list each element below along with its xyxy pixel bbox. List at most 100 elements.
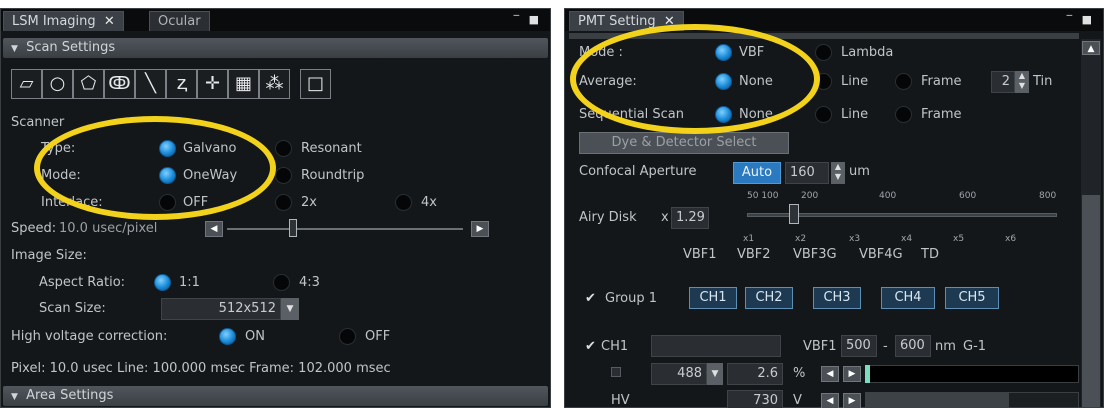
scrollbar-thumb[interactable] bbox=[1082, 195, 1100, 407]
average-frame-label: Frame bbox=[921, 74, 962, 89]
confocal-aperture-stepper[interactable]: ▲ ▼ bbox=[831, 162, 845, 184]
collapse-icon: ▼ bbox=[11, 392, 18, 402]
ch1-name-field[interactable] bbox=[651, 335, 781, 357]
hv-value-field[interactable]: 730 bbox=[727, 390, 783, 408]
close-icon[interactable]: ✕ bbox=[104, 14, 115, 29]
laser-wavelength-select[interactable]: 488 bbox=[651, 363, 707, 385]
detector-vbf3g: VBF3G bbox=[793, 247, 837, 262]
point-tool-icon[interactable]: ✛ bbox=[197, 69, 228, 99]
mode-label: Mode: bbox=[41, 168, 81, 183]
scan-size-label: Scan Size: bbox=[39, 301, 106, 316]
tab-ocular[interactable]: Ocular bbox=[149, 11, 210, 31]
auto-aperture-button[interactable]: Auto bbox=[733, 162, 781, 184]
hv-label: HV bbox=[611, 393, 630, 408]
tab-pmt-setting[interactable]: PMT Setting ✕ bbox=[569, 11, 684, 31]
hv-decrease-icon[interactable]: ◀ bbox=[821, 393, 839, 408]
speed-decrease-icon[interactable]: ◀ bbox=[205, 221, 223, 237]
hv-bar-fill bbox=[865, 392, 1009, 408]
laser-power-handle[interactable] bbox=[865, 365, 870, 383]
channel-ch2-button[interactable]: CH2 bbox=[745, 287, 793, 309]
laser-power-bar[interactable] bbox=[865, 365, 1079, 383]
laser-checkbox[interactable] bbox=[611, 367, 621, 377]
ch1-gain-label: G-1 bbox=[963, 339, 987, 354]
type-resonant-radio[interactable] bbox=[275, 140, 292, 157]
rectangle-rotated-tool-icon[interactable]: ▱ bbox=[11, 69, 42, 99]
tab-label: LSM Imaging bbox=[12, 14, 96, 29]
interlace-4x-radio[interactable] bbox=[395, 194, 412, 211]
laser-decrease-icon[interactable]: ◀ bbox=[821, 366, 839, 382]
type-galvano-radio[interactable] bbox=[159, 140, 176, 157]
multiplier-x5: x5 bbox=[953, 234, 965, 244]
speed-increase-icon[interactable]: ▶ bbox=[471, 221, 489, 237]
channel-ch5-button[interactable]: CH5 bbox=[945, 287, 999, 309]
hv-on-radio[interactable] bbox=[219, 328, 236, 345]
hv-increase-icon[interactable]: ▶ bbox=[843, 393, 861, 408]
confocal-aperture-label: Confocal Aperture bbox=[579, 164, 697, 179]
sequential-line-radio[interactable] bbox=[815, 106, 832, 123]
pmt-setting-panel: PMT Setting ✕ ‾ ■ Mode : VBF Lambda Aver… bbox=[564, 8, 1104, 408]
airy-disk-label: Airy Disk bbox=[579, 210, 637, 225]
tab-lsm-imaging[interactable]: LSM Imaging ✕ bbox=[3, 11, 124, 31]
interlace-2x-radio[interactable] bbox=[275, 194, 292, 211]
average-line-radio[interactable] bbox=[815, 73, 832, 90]
average-none-label: None bbox=[739, 74, 773, 89]
ch1-checkbox-icon[interactable]: ✔ bbox=[585, 339, 596, 354]
laser-increase-icon[interactable]: ▶ bbox=[843, 366, 861, 382]
average-unit-label: Tin bbox=[1033, 74, 1053, 89]
airy-disk-field[interactable]: 1.29 bbox=[671, 207, 709, 229]
chevron-down-icon[interactable]: ▼ bbox=[281, 298, 299, 320]
aspect-4-3-radio[interactable] bbox=[273, 274, 290, 291]
scan-settings-header[interactable]: ▼ Scan Settings bbox=[3, 38, 548, 58]
scan-size-select[interactable]: 512x512 bbox=[161, 298, 281, 320]
freeline-tool-icon[interactable]: ⱬ bbox=[166, 69, 197, 99]
close-icon[interactable]: ✕ bbox=[664, 14, 675, 29]
ellipse-tool-icon[interactable]: ○ bbox=[42, 69, 73, 99]
grid-tool-icon[interactable]: ▦ bbox=[228, 69, 259, 99]
confocal-aperture-field[interactable]: 160 bbox=[785, 162, 829, 184]
average-count-stepper[interactable]: ▲ ▼ bbox=[1015, 71, 1029, 93]
dye-detector-select-button[interactable]: Dye & Detector Select bbox=[579, 132, 789, 154]
multiplier-x2: x2 bbox=[795, 234, 807, 244]
area-settings-header[interactable]: ▼ Area Settings bbox=[3, 386, 548, 406]
chevron-down-icon[interactable]: ▼ bbox=[707, 363, 723, 385]
average-frame-radio[interactable] bbox=[895, 73, 912, 90]
interlace-off-radio[interactable] bbox=[159, 194, 176, 211]
ch1-range-max-field[interactable]: 600 bbox=[895, 335, 931, 357]
average-count-field[interactable]: 2 bbox=[991, 71, 1015, 93]
collapse-icon: ▼ bbox=[11, 44, 18, 54]
channel-ch1-button[interactable]: CH1 bbox=[689, 287, 737, 309]
sequential-none-radio[interactable] bbox=[715, 106, 732, 123]
group-checkbox-icon[interactable]: ✔ bbox=[585, 291, 596, 306]
ch1-label: CH1 bbox=[601, 339, 629, 354]
scroll-up-icon[interactable]: ▲ bbox=[1082, 41, 1100, 55]
channel-ch3-button[interactable]: CH3 bbox=[813, 287, 861, 309]
detector-vbf1: VBF1 bbox=[683, 247, 717, 262]
speed-slider-handle[interactable] bbox=[289, 219, 297, 237]
multipoint-tool-icon[interactable]: ⁂ bbox=[259, 69, 290, 99]
clip-rect-tool-icon[interactable]: □ bbox=[300, 69, 331, 99]
window-controls[interactable]: ‾ ■ bbox=[514, 13, 542, 26]
mode-label: Mode : bbox=[579, 45, 623, 60]
channel-ch4-button[interactable]: CH4 bbox=[881, 287, 935, 309]
mode-oneway-radio[interactable] bbox=[159, 167, 176, 184]
mode-vbf-radio[interactable] bbox=[715, 44, 732, 61]
sequential-frame-radio[interactable] bbox=[895, 106, 912, 123]
ch1-range-min-field[interactable]: 500 bbox=[841, 335, 877, 357]
speed-slider-track[interactable] bbox=[227, 228, 463, 230]
mode-vbf-label: VBF bbox=[739, 45, 765, 60]
window-controls[interactable]: ‾ ■ bbox=[1067, 13, 1095, 26]
aspect-1-1-radio[interactable] bbox=[154, 274, 171, 291]
ch1-range-prefix: VBF1 bbox=[803, 339, 837, 354]
polygon-tool-icon[interactable]: ⬠ bbox=[73, 69, 104, 99]
multiplier-x4: x4 bbox=[901, 234, 913, 244]
hv-off-radio[interactable] bbox=[339, 328, 356, 345]
aperture-slider-handle[interactable] bbox=[789, 204, 799, 224]
average-none-radio[interactable] bbox=[715, 73, 732, 90]
mode-lambda-radio[interactable] bbox=[815, 44, 832, 61]
scale-tick-200: 200 bbox=[801, 191, 819, 201]
line-tool-icon[interactable]: ╲ bbox=[135, 69, 166, 99]
section-title: Area Settings bbox=[26, 388, 114, 403]
freehand-tool-icon[interactable]: ↂ bbox=[104, 69, 135, 99]
laser-power-field[interactable]: 2.6 bbox=[727, 363, 783, 385]
mode-roundtrip-radio[interactable] bbox=[275, 167, 292, 184]
